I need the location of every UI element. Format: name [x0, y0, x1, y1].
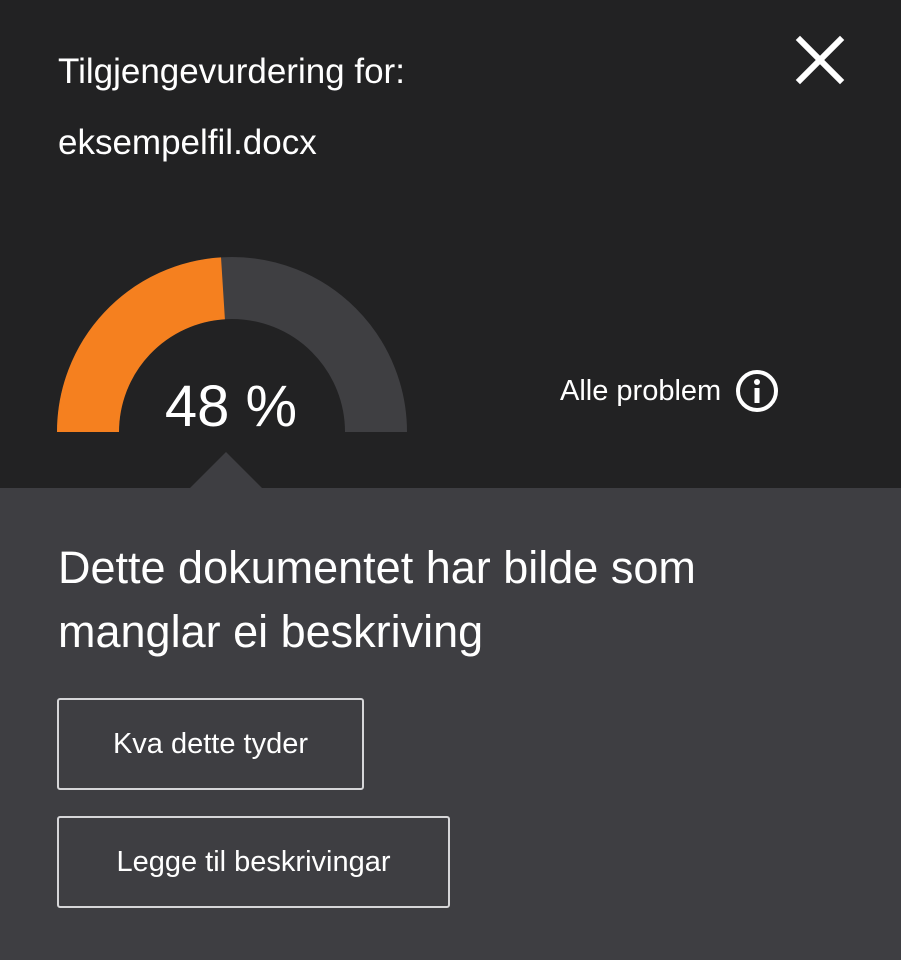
score-header: Tilgjengevurdering for: eksempelfil.docx… — [0, 0, 901, 488]
add-descriptions-button[interactable]: Legge til beskrivingar — [57, 816, 450, 908]
score-percentage: 48 % — [164, 374, 298, 439]
accessibility-panel: Tilgjengevurdering for: eksempelfil.docx… — [0, 0, 901, 960]
all-problems-label: Alle problem — [560, 374, 722, 407]
assessment-title: Tilgjengevurdering for: — [58, 52, 405, 91]
all-problems-link[interactable]: Alle problem — [560, 366, 779, 416]
issue-description: Dette dokumentet har bilde som manglar e… — [58, 542, 696, 657]
what-this-means-button[interactable]: Kva dette tyder — [57, 698, 364, 790]
callout-pointer — [189, 452, 263, 489]
close-button[interactable] — [790, 30, 850, 90]
info-icon — [736, 370, 779, 412]
file-name: eksempelfil.docx — [58, 123, 317, 162]
close-icon — [795, 35, 845, 85]
